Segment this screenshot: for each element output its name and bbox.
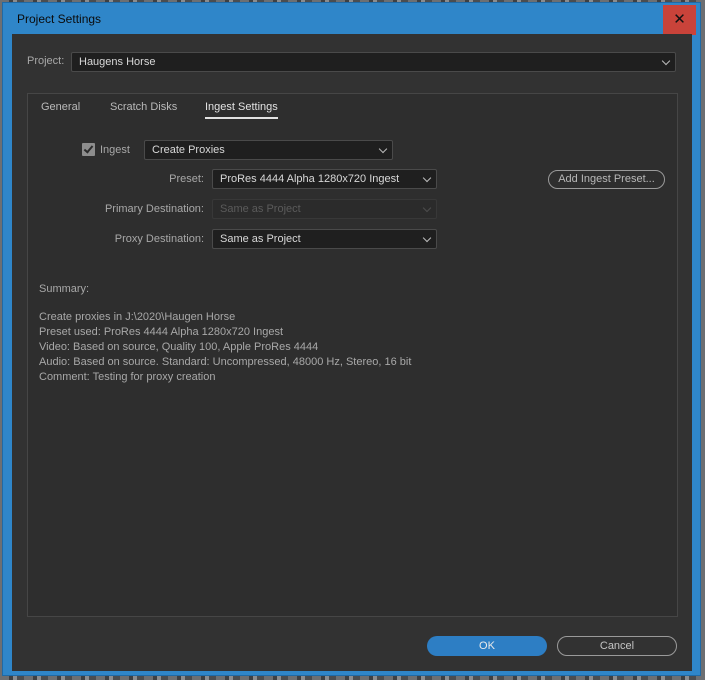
ok-button[interactable]: OK: [427, 636, 547, 656]
cancel-button[interactable]: Cancel: [557, 636, 677, 656]
primary-destination-label: Primary Destination:: [104, 203, 204, 215]
ingest-label: Ingest: [100, 144, 130, 156]
tab-ingest-settings[interactable]: Ingest Settings: [205, 101, 278, 119]
preset-dropdown[interactable]: ProRes 4444 Alpha 1280x720 Ingest: [212, 169, 437, 189]
chevron-down-icon: [422, 233, 432, 243]
tab-scratch-disks[interactable]: Scratch Disks: [110, 101, 177, 117]
proxy-destination-dropdown[interactable]: Same as Project: [212, 229, 437, 249]
dialog-title: Project Settings: [17, 12, 102, 26]
title-bar[interactable]: Project Settings ✕: [3, 3, 700, 35]
close-button[interactable]: ✕: [663, 5, 696, 35]
preset-label: Preset:: [169, 173, 204, 185]
project-settings-dialog: Project Settings ✕ Project: Haugens Hors…: [2, 2, 701, 676]
close-icon: ✕: [673, 11, 686, 28]
summary-heading: Summary:: [39, 283, 90, 295]
add-ingest-preset-button[interactable]: Add Ingest Preset...: [548, 170, 665, 189]
project-label: Project:: [27, 55, 65, 67]
summary-line: Audio: Based on source. Standard: Uncomp…: [39, 356, 412, 368]
summary-line: Preset used: ProRes 4444 Alpha 1280x720 …: [39, 326, 284, 338]
summary-line: Comment: Testing for proxy creation: [39, 371, 216, 383]
project-dropdown[interactable]: Haugens Horse: [71, 52, 676, 72]
project-value: Haugens Horse: [79, 56, 156, 68]
primary-destination-value: Same as Project: [220, 203, 301, 215]
settings-panel: General Scratch Disks Ingest Settings In…: [27, 93, 678, 617]
chevron-down-icon: [378, 144, 388, 154]
summary-line: Video: Based on source, Quality 100, App…: [39, 341, 319, 353]
summary-line: Create proxies in J:\2020\Haugen Horse: [39, 311, 236, 323]
proxy-destination-label: Proxy Destination:: [114, 233, 204, 245]
tab-general[interactable]: General: [41, 101, 80, 117]
ingest-mode-dropdown[interactable]: Create Proxies: [144, 140, 393, 160]
proxy-destination-value: Same as Project: [220, 233, 301, 245]
preset-value: ProRes 4444 Alpha 1280x720 Ingest: [220, 173, 400, 185]
ingest-mode-value: Create Proxies: [152, 144, 225, 156]
chevron-down-icon: [422, 173, 432, 183]
chevron-down-icon: [422, 203, 432, 213]
primary-destination-dropdown: Same as Project: [212, 199, 437, 219]
ingest-checkbox[interactable]: [82, 143, 95, 156]
chevron-down-icon: [661, 56, 671, 66]
dialog-content: Project: Haugens Horse General Scratch D…: [12, 34, 692, 671]
